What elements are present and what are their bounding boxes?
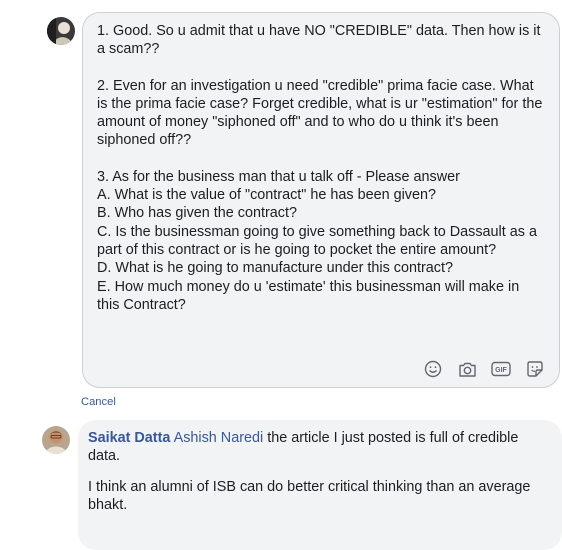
avatar[interactable] [47, 17, 75, 45]
comment-second-paragraph: I think an alumni of ISB can do better c… [88, 478, 531, 513]
mentioned-user-link[interactable]: Ashish Naredi [174, 430, 264, 446]
reply-paragraph: 3. As for the business man that u talk o… [97, 168, 545, 314]
reply-line: E. How much money do u 'estimate' this b… [97, 278, 524, 313]
reply-line: 2. Even for an investigation u need "cre… [97, 77, 547, 149]
cancel-link[interactable]: Cancel [81, 396, 116, 408]
gif-label: GIF [495, 367, 507, 374]
camera-icon[interactable] [457, 359, 477, 379]
reply-paragraph: 1. Good. So u admit that u have NO "CRED… [97, 22, 545, 59]
comment-author-link[interactable]: Saikat Datta [88, 430, 170, 446]
reply-line: 3. As for the business man that u talk o… [97, 168, 460, 185]
profile-photo-icon [47, 17, 75, 45]
reply-line: A. What is the value of "contract" he ha… [97, 187, 437, 204]
reply-line: 1. Good. So u admit that u have NO "CRED… [97, 23, 545, 58]
sticker-icon[interactable] [525, 359, 545, 379]
profile-photo-icon [42, 426, 70, 454]
emoji-icon[interactable] [423, 359, 443, 379]
comment-first-paragraph: Saikat Datta Ashish Naredi the article I… [88, 429, 550, 466]
reply-text[interactable]: 1. Good. So u admit that u have NO "CRED… [97, 22, 545, 314]
reply-textbox[interactable]: 1. Good. So u admit that u have NO "CRED… [82, 12, 560, 388]
reply-line: D. What is he going to manufacture under… [97, 260, 453, 277]
gif-icon[interactable]: GIF [491, 359, 511, 379]
reply-line: C. Is the businessman going to give some… [97, 223, 541, 258]
comment-bubble: Saikat Datta Ashish Naredi the article I… [78, 420, 562, 550]
reply-paragraph: 2. Even for an investigation u need "cre… [97, 77, 545, 150]
composer-toolbar: GIF [423, 359, 545, 379]
reply-line: B. Who has given the contract? [97, 205, 297, 222]
avatar[interactable] [42, 426, 70, 454]
